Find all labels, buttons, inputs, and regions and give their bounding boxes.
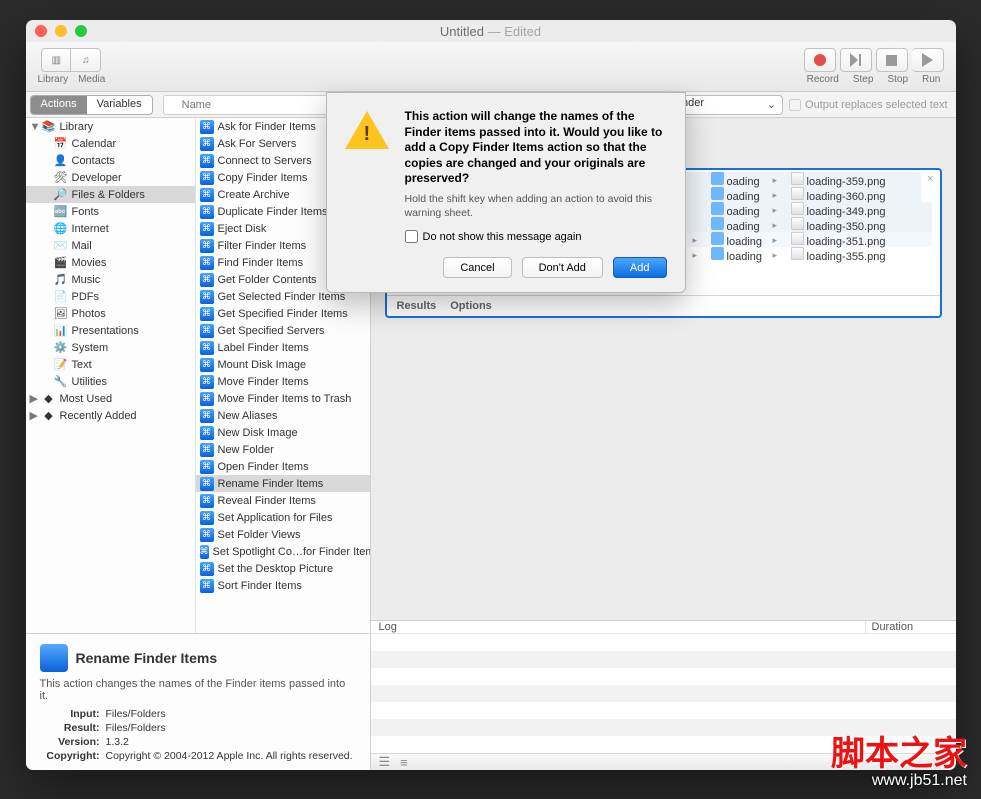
tab-variables[interactable]: Variables <box>87 96 152 114</box>
library-toggle-button[interactable]: ▥ <box>41 48 71 72</box>
sidebar-item[interactable]: 📅Calendar <box>26 135 195 152</box>
action-list-item[interactable]: ⌘Label Finder Items <box>196 339 370 356</box>
sidebar-item[interactable]: 🛠Developer <box>26 169 195 186</box>
log-col-duration: Duration <box>866 621 956 633</box>
close-icon[interactable]: × <box>921 170 939 188</box>
action-list-item[interactable]: ⌘Get Specified Finder Items <box>196 305 370 322</box>
sidebar-item[interactable]: 👤Contacts <box>26 152 195 169</box>
tab-actions[interactable]: Actions <box>31 96 87 114</box>
sidebar-item[interactable]: 🌐Internet <box>26 220 195 237</box>
sidebar-item[interactable]: ▼📚Library <box>26 118 195 135</box>
close-icon[interactable] <box>35 25 47 37</box>
tab-options[interactable]: Options <box>450 300 492 312</box>
toolbar-label-library: Library <box>38 74 69 85</box>
sidebar-item[interactable]: 📝Text <box>26 356 195 373</box>
log-view-icon[interactable]: ☰ <box>379 754 391 770</box>
action-list-item[interactable]: ⌘Set Application for Files <box>196 509 370 526</box>
sidebar-item[interactable]: 🔧Utilities <box>26 373 195 390</box>
action-list-item[interactable]: ⌘Mount Disk Image <box>196 356 370 373</box>
library-tabs[interactable]: Actions Variables <box>30 95 153 115</box>
library-pane: Actions Variables ▼📚Library📅Calendar👤Con… <box>26 92 371 770</box>
sidebar-item[interactable]: ⚙️System <box>26 339 195 356</box>
action-list-item[interactable]: ⌘Set Spotlight Co…for Finder Items <box>196 543 370 560</box>
action-list-item[interactable]: ⌘New Folder <box>196 441 370 458</box>
toolbar-label-run: Run <box>922 74 940 85</box>
action-info-panel: Rename Finder Items This action changes … <box>26 633 370 770</box>
action-list-item[interactable]: ⌘New Disk Image <box>196 424 370 441</box>
zoom-icon[interactable] <box>75 25 87 37</box>
action-list-item[interactable]: ⌘Get Specified Servers <box>196 322 370 339</box>
toolbar-label-media: Media <box>78 74 105 85</box>
toolbar-label-record: Record <box>807 74 839 85</box>
stop-button[interactable] <box>876 48 908 72</box>
dont-show-checkbox[interactable]: Do not show this message again <box>405 230 667 243</box>
info-title: Rename Finder Items <box>76 650 218 666</box>
cancel-button[interactable]: Cancel <box>443 257 511 278</box>
window-title: Untitled — Edited <box>440 24 541 39</box>
action-list-item[interactable]: ⌘Rename Finder Items <box>196 475 370 492</box>
log-list-icon[interactable]: ≡ <box>400 755 408 770</box>
action-list-item[interactable]: ⌘Reveal Finder Items <box>196 492 370 509</box>
sidebar-item[interactable]: 📄PDFs <box>26 288 195 305</box>
sidebar-item[interactable]: ▶◆Most Used <box>26 390 195 407</box>
warning-sheet: ! This action will change the names of t… <box>326 92 686 293</box>
sidebar-item[interactable]: 📊Presentations <box>26 322 195 339</box>
info-description: This action changes the names of the Fin… <box>40 678 356 702</box>
action-list-item[interactable]: ⌘Sort Finder Items <box>196 577 370 594</box>
action-list-item[interactable]: ⌘Move Finder Items to Trash <box>196 390 370 407</box>
media-toggle-button[interactable]: ♫ <box>71 48 101 72</box>
action-list-item[interactable]: ⌘Set the Desktop Picture <box>196 560 370 577</box>
minimize-icon[interactable] <box>55 25 67 37</box>
run-button[interactable] <box>912 48 944 72</box>
record-button[interactable] <box>804 48 836 72</box>
output-replaces-checkbox[interactable]: Output replaces selected text <box>789 99 947 111</box>
titlebar[interactable]: Untitled — Edited <box>26 20 956 42</box>
sheet-subtext: Hold the shift key when adding an action… <box>405 193 667 220</box>
warning-icon: ! <box>345 109 393 157</box>
action-list-item[interactable]: ⌘New Aliases <box>196 407 370 424</box>
tab-results[interactable]: Results <box>397 300 437 312</box>
sidebar-item[interactable]: 🔎Files & Folders <box>26 186 195 203</box>
sidebar-item[interactable]: ✉️Mail <box>26 237 195 254</box>
watermark: 脚本之家 www.jb51.net <box>831 737 967 789</box>
sidebar-item[interactable]: 🖼Photos <box>26 305 195 322</box>
action-list-item[interactable]: ⌘Open Finder Items <box>196 458 370 475</box>
app-window: Untitled — Edited ▥ ♫ Library Media Reco… <box>26 20 956 770</box>
toolbar-label-stop: Stop <box>887 74 908 85</box>
toolbar-label-step: Step <box>853 74 874 85</box>
add-confirm-button[interactable]: Add <box>613 257 667 278</box>
sidebar-item[interactable]: ▶◆Recently Added <box>26 407 195 424</box>
sheet-headline: This action will change the names of the… <box>405 109 667 187</box>
log-col-log: Log <box>371 621 866 633</box>
step-button[interactable] <box>840 48 872 72</box>
action-list-item[interactable]: ⌘Set Folder Views <box>196 526 370 543</box>
category-list[interactable]: ▼📚Library📅Calendar👤Contacts🛠Developer🔎Fi… <box>26 118 196 633</box>
toolbar: ▥ ♫ Library Media Record Step Stop Run <box>26 42 956 92</box>
dont-add-button[interactable]: Don't Add <box>522 257 603 278</box>
sidebar-item[interactable]: 🎵Music <box>26 271 195 288</box>
sidebar-item[interactable]: 🔤Fonts <box>26 203 195 220</box>
action-list-item[interactable]: ⌘Move Finder Items <box>196 373 370 390</box>
sidebar-item[interactable]: 🎬Movies <box>26 254 195 271</box>
finder-icon <box>40 644 68 672</box>
traffic-lights <box>35 25 87 37</box>
